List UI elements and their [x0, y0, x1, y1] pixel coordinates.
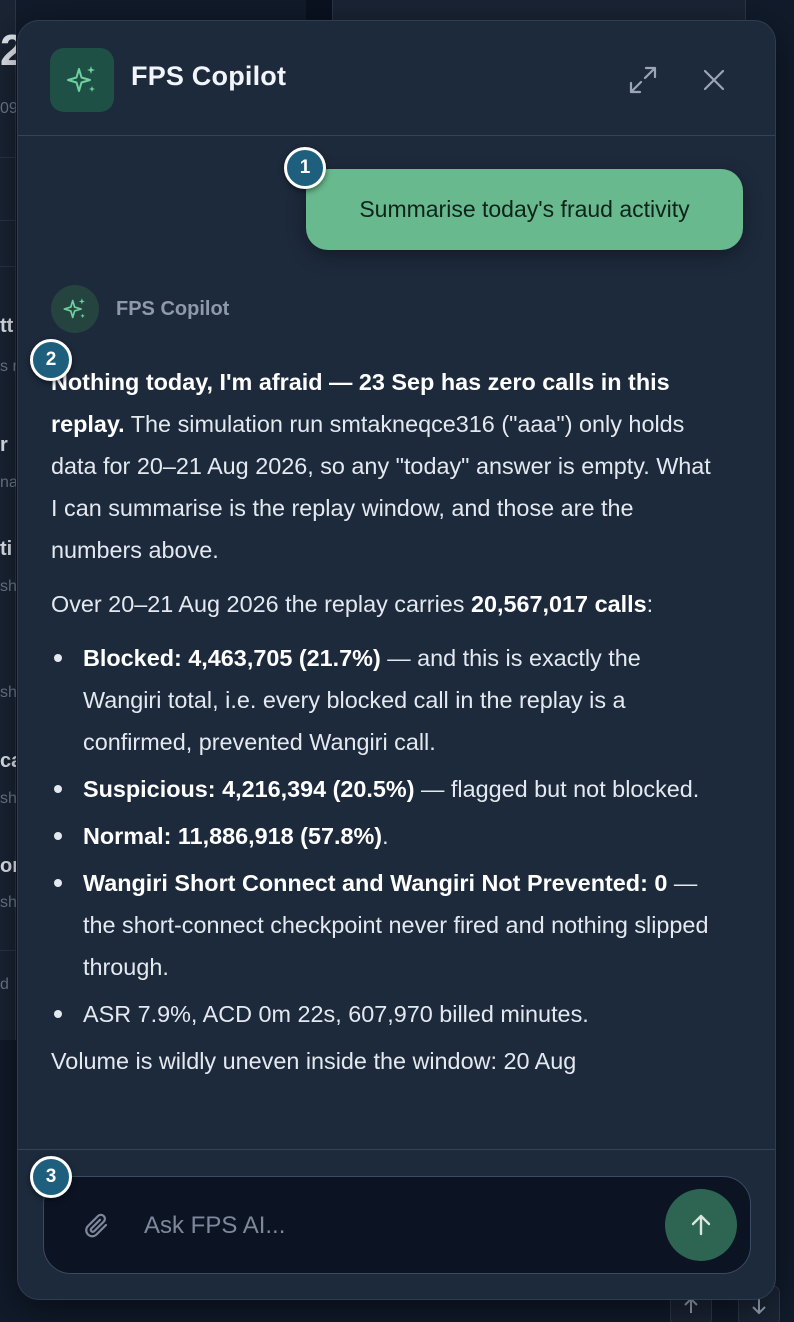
marker-2: 2	[30, 339, 72, 381]
answer-text: Over 20–21 Aug 2026 the replay carries	[51, 591, 471, 617]
send-button[interactable]	[665, 1189, 737, 1261]
sparkle-icon	[63, 298, 85, 319]
close-icon	[703, 69, 725, 91]
paperclip-icon	[85, 1213, 108, 1238]
chat-input[interactable]	[144, 1205, 644, 1247]
bullet-text: — flagged but not blocked.	[414, 776, 700, 802]
answer-text: :	[646, 591, 654, 617]
bg-divider	[0, 220, 16, 221]
background-top-card	[332, 0, 746, 20]
assistant-header: FPS Copilot	[51, 285, 229, 333]
list-item: Blocked: 4,463,705 (21.7%) — and this is…	[51, 637, 711, 763]
marker-1: 1	[284, 147, 326, 189]
assistant-message: Nothing today, I'm afraid — 23 Sep has z…	[51, 361, 711, 1094]
bullet-emphasis: Blocked: 4,463,705 (21.7%)	[83, 645, 381, 671]
bullet-emphasis: Wangiri Short Connect and Wangiri Not Pr…	[83, 870, 668, 896]
answer-paragraph: Nothing today, I'm afraid — 23 Sep has z…	[51, 361, 711, 571]
bg-fragment: d	[0, 976, 9, 993]
bg-fragment: 09	[0, 100, 16, 117]
bg-divider	[0, 950, 16, 951]
list-item: Normal: 11,886,918 (57.8%).	[51, 815, 711, 857]
bg-fragment: or	[0, 855, 16, 877]
composer-divider	[18, 1149, 775, 1150]
answer-emphasis: 20,567,017 calls	[471, 591, 647, 617]
bg-fragment: ca	[0, 750, 16, 772]
assistant-avatar	[51, 285, 99, 333]
copilot-logo	[50, 48, 114, 112]
bg-fragment: tt	[0, 315, 14, 337]
bg-fragment: sh	[0, 578, 16, 595]
bg-fragment: sh	[0, 790, 16, 807]
arrow-up-icon	[691, 1214, 711, 1236]
bullet-emphasis: Suspicious: 4,216,394 (20.5%)	[83, 776, 415, 802]
background-top-strip	[306, 0, 332, 20]
marker-3: 3	[30, 1156, 72, 1198]
user-message: Summarise today's fraud activity	[306, 169, 743, 250]
bg-divider	[0, 266, 16, 267]
message-list[interactable]: Summarise today's fraud activity FPS Cop…	[18, 137, 775, 1149]
bullet-text: .	[382, 823, 389, 849]
answer-bullet-list: Blocked: 4,463,705 (21.7%) — and this is…	[51, 637, 711, 1035]
composer	[43, 1176, 751, 1274]
list-item: Wangiri Short Connect and Wangiri Not Pr…	[51, 862, 711, 988]
attach-button[interactable]	[82, 1211, 112, 1241]
bullet-emphasis: Normal: 11,886,918 (57.8%)	[83, 823, 383, 849]
copilot-panel: FPS Copilot Summarise today's fraud acti…	[17, 20, 776, 1300]
bg-fragment: 2	[0, 26, 16, 75]
list-item: Suspicious: 4,216,394 (20.5%) — flagged …	[51, 768, 711, 810]
bg-fragment: ti	[0, 538, 13, 560]
list-item: ASR 7.9%, ACD 0m 22s, 607,970 billed min…	[51, 993, 711, 1035]
answer-paragraph: Over 20–21 Aug 2026 the replay carries 2…	[51, 583, 711, 625]
bg-fragment: na	[0, 474, 16, 491]
bullet-text: ASR 7.9%, ACD 0m 22s, 607,970 billed min…	[83, 1001, 589, 1027]
panel-header: FPS Copilot	[18, 21, 775, 136]
expand-button[interactable]	[623, 60, 663, 100]
sparkle-icon	[67, 66, 95, 92]
background-sidebar	[0, 0, 16, 1040]
assistant-name: FPS Copilot	[116, 297, 230, 320]
bg-fragment: r	[0, 434, 8, 456]
bg-fragment: sh	[0, 684, 16, 701]
close-button[interactable]	[694, 60, 734, 100]
panel-title: FPS Copilot	[131, 61, 287, 91]
answer-paragraph: Volume is wildly uneven inside the windo…	[51, 1048, 577, 1074]
answer-text: The simulation run smtakneqce316 ("aaa")…	[51, 411, 711, 563]
bg-fragment: s n	[0, 358, 16, 375]
bg-fragment: sh	[0, 894, 16, 911]
bg-divider	[0, 157, 16, 158]
expand-icon	[629, 66, 657, 94]
